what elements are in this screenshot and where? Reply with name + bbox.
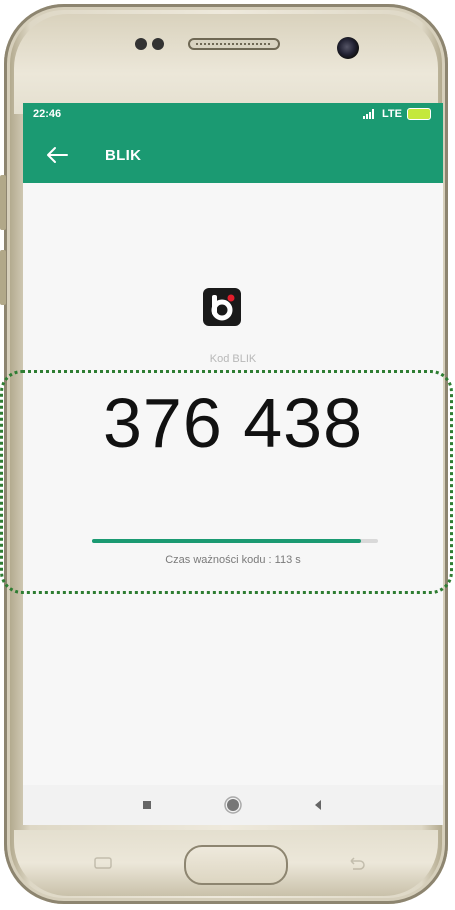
validity-progress-bar <box>92 539 378 543</box>
status-time: 22:46 <box>33 108 62 120</box>
blik-code-panel: Kod BLIK 376 438 Czas ważności kodu : 11… <box>23 183 443 785</box>
validity-countdown-text: Czas ważności kodu : 113 s <box>165 554 301 566</box>
app-title: BLIK <box>105 147 142 164</box>
status-indicators: LTE <box>363 108 431 120</box>
back-triangle-icon[interactable] <box>306 793 330 817</box>
home-circle-icon[interactable] <box>221 793 245 817</box>
app-bar: BLIK <box>23 127 443 183</box>
screen: 22:46 LTE BLIK Kod BLIK 376 438 Czas waż… <box>23 103 443 825</box>
status-bar: 22:46 LTE <box>23 103 443 127</box>
recent-apps-capacitive-icon[interactable] <box>92 855 114 871</box>
battery-icon <box>407 108 431 120</box>
home-button[interactable] <box>184 845 288 885</box>
system-nav-bar <box>23 785 443 825</box>
blik-logo-icon <box>203 288 241 326</box>
volume-button-lower <box>0 250 6 305</box>
phone-top-bezel <box>14 14 438 114</box>
stage: 22:46 LTE BLIK Kod BLIK 376 438 Czas waż… <box>0 0 455 910</box>
network-type: LTE <box>382 108 402 120</box>
volume-button <box>0 175 6 230</box>
back-capacitive-icon[interactable] <box>345 855 367 871</box>
front-camera-icon <box>337 37 359 59</box>
blik-code-label: Kod BLIK <box>209 353 257 365</box>
sensor-dot <box>152 38 164 50</box>
back-arrow-icon[interactable] <box>43 141 71 169</box>
validity-progress-fill <box>92 539 361 543</box>
earpiece-speaker <box>188 38 280 50</box>
sensor-dot <box>135 38 147 50</box>
blik-code-value: 376 438 <box>102 384 364 462</box>
recent-apps-square-icon[interactable] <box>135 793 159 817</box>
signal-icon <box>363 109 375 119</box>
